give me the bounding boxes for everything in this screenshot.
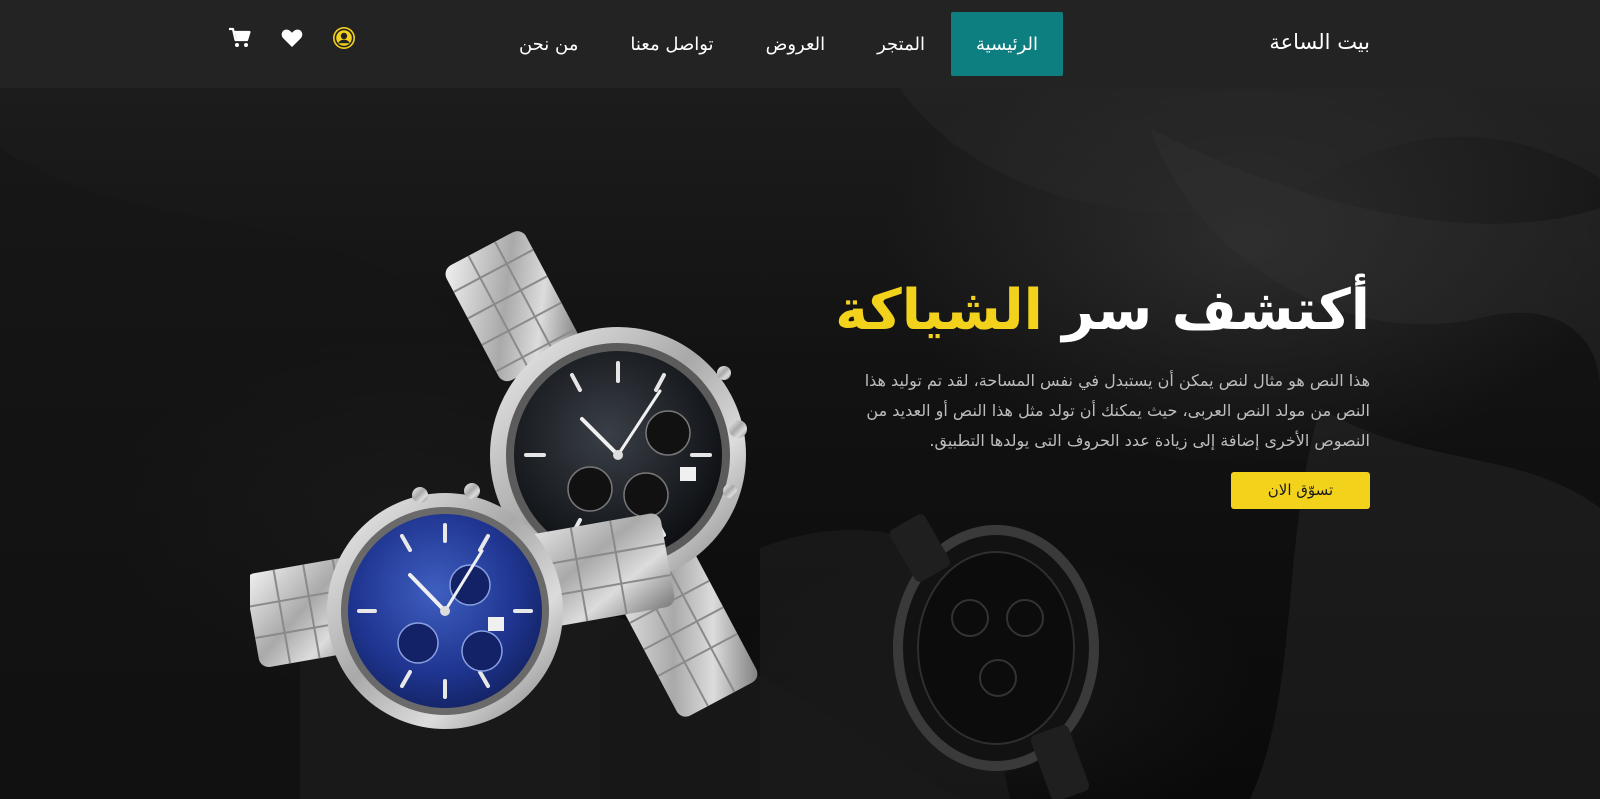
hero-description: هذا النص هو مثال لنص يمكن أن يستبدل في ن… <box>864 371 1370 450</box>
brand-logo-text[interactable]: بيت الساعة <box>1269 30 1370 54</box>
hero-section: أكتشف سر الشياكة هذا النص هو مثال لنص يم… <box>0 88 1600 799</box>
navbar: بيت الساعة الرئيسية المتجر العروض تواصل … <box>0 0 1600 88</box>
cart-icon[interactable] <box>228 26 252 50</box>
nav-link-about[interactable]: من نحن <box>493 12 604 76</box>
hero-content: أكتشف سر الشياكة هذا النص هو مثال لنص يم… <box>835 278 1370 509</box>
nav-icons <box>228 26 356 50</box>
shop-now-button[interactable]: تسوّق الان <box>1231 472 1370 509</box>
nav-link-offers[interactable]: العروض <box>740 12 852 76</box>
user-circle-icon[interactable] <box>332 26 356 50</box>
hero-title-main: أكتشف سر <box>1062 278 1370 343</box>
hero-title: أكتشف سر الشياكة <box>835 278 1370 344</box>
nav-link-contact[interactable]: تواصل معنا <box>604 12 739 76</box>
hero-watches-image <box>250 231 758 729</box>
hero-title-accent: الشياكة <box>835 278 1043 343</box>
nav-menu: الرئيسية المتجر العروض تواصل معنا من نحن <box>493 12 1063 76</box>
nav-link-home[interactable]: الرئيسية <box>951 12 1063 76</box>
heart-icon[interactable] <box>280 26 304 50</box>
nav-link-store[interactable]: المتجر <box>851 12 951 76</box>
